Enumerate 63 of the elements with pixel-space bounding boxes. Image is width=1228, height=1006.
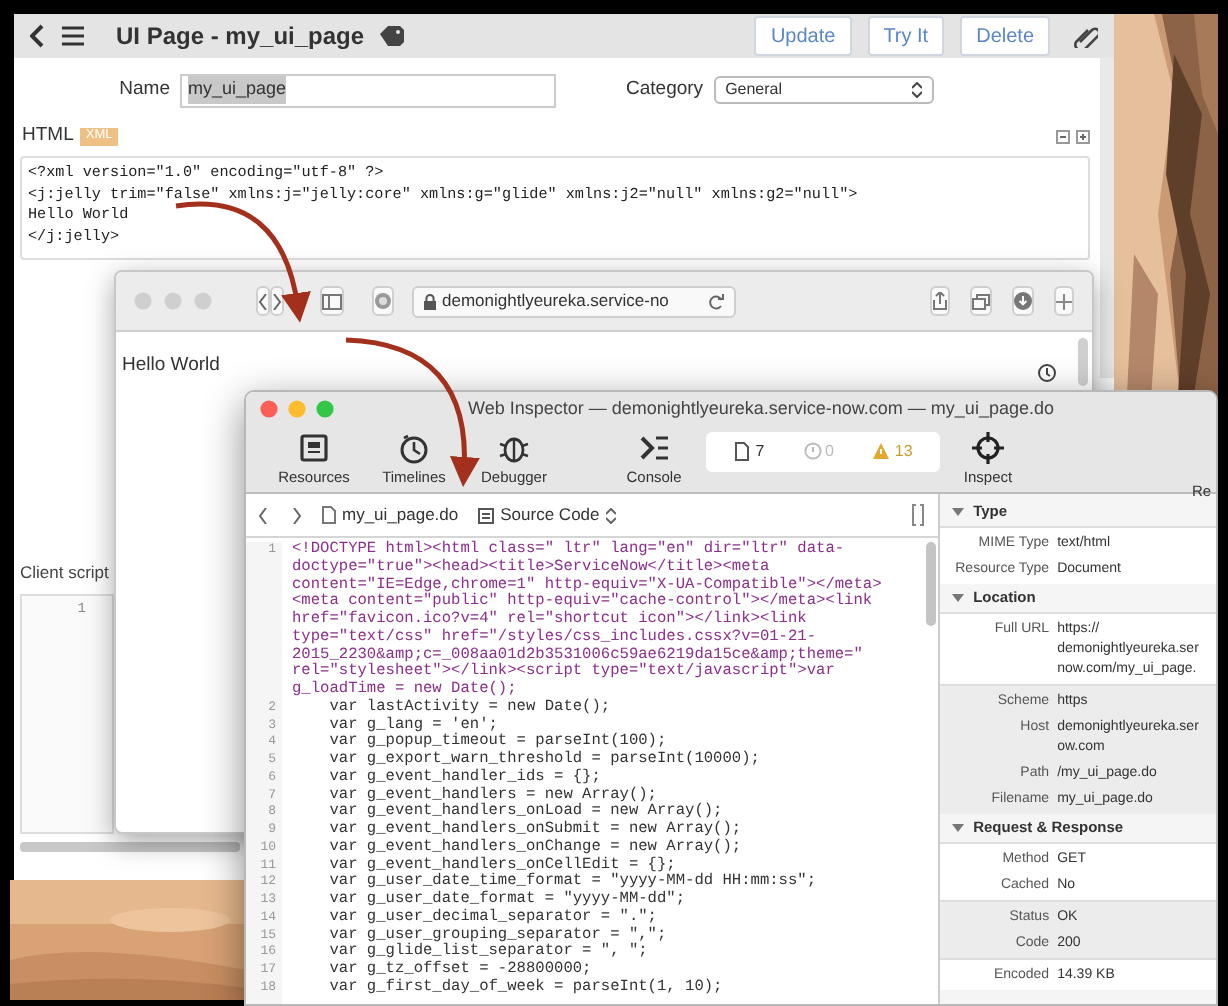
count-text: 7 <box>755 440 765 464</box>
reload-icon[interactable] <box>708 293 724 309</box>
expanded-icon <box>951 822 964 834</box>
collapse-icon[interactable] <box>1056 129 1070 143</box>
address-bar[interactable]: demonightlyeureka.service-no <box>412 285 736 317</box>
expanded-icon <box>951 506 964 518</box>
dropdown-icon <box>911 82 922 98</box>
braces-icon[interactable] <box>909 504 926 526</box>
clock-icon <box>398 432 430 464</box>
breadcrumb[interactable]: my_ui_page.do <box>322 502 459 528</box>
crosshair-icon <box>972 432 1004 464</box>
count-text: 13 <box>894 440 913 464</box>
back-icon[interactable] <box>258 507 268 523</box>
error-icon <box>803 442 822 462</box>
downloads-button[interactable] <box>1012 286 1034 316</box>
page-text: Hello World <box>122 354 220 376</box>
tag-icon <box>380 26 405 46</box>
expanded-icon <box>951 592 964 604</box>
share-button[interactable] <box>930 286 950 316</box>
box-icon <box>298 432 330 464</box>
extension-icon <box>374 292 392 310</box>
new-tab-button[interactable] <box>1054 286 1074 316</box>
warning-icon <box>872 442 891 462</box>
forward-button[interactable] <box>270 286 284 316</box>
console-icon <box>638 432 670 464</box>
download-icon <box>1014 292 1032 310</box>
sidebar-icon <box>322 293 342 309</box>
action-button[interactable]: Update <box>754 16 852 56</box>
expand-icon[interactable] <box>1076 129 1090 143</box>
url-text: demonightlyeureka.service-no <box>442 288 671 314</box>
name-field[interactable]: my_ui_page <box>180 73 556 107</box>
action-button[interactable]: Delete <box>960 16 1050 56</box>
category-select[interactable]: General <box>713 76 934 104</box>
section-label: HTML <box>22 121 74 150</box>
action-button[interactable]: Try It <box>867 16 945 56</box>
file-icon <box>322 506 336 524</box>
page-title: UI Page - my_ui_page <box>116 20 365 54</box>
back-button[interactable] <box>256 286 270 316</box>
plus-icon <box>1056 293 1072 309</box>
lock-icon <box>424 293 436 309</box>
tabs-icon <box>972 293 990 309</box>
paperclip-icon[interactable] <box>1074 24 1098 48</box>
back-icon <box>258 293 268 309</box>
section-label: Client script <box>20 560 109 586</box>
bug-icon <box>498 432 530 464</box>
field-label: Name <box>117 75 170 104</box>
back-icon[interactable] <box>30 24 46 48</box>
menu-icon[interactable] <box>62 26 84 46</box>
share-icon <box>932 292 948 310</box>
scrollbar <box>1078 338 1088 386</box>
count-text: 0 <box>825 440 834 464</box>
extension-button[interactable] <box>372 286 394 316</box>
breadcrumb[interactable]: Source Code <box>478 502 616 528</box>
tabs-button[interactable] <box>970 286 992 316</box>
document-icon <box>733 442 752 462</box>
clock-icon[interactable] <box>1038 364 1056 382</box>
forward-icon <box>272 293 282 309</box>
dropdown-icon <box>605 507 616 523</box>
forward-icon[interactable] <box>292 507 302 523</box>
window-title: Web Inspector — demonightlyeureka.service-now.com — my_ui_page.do <box>468 395 1054 422</box>
document-icon <box>478 507 495 523</box>
field-label: Category <box>626 75 704 104</box>
sidebar-button[interactable] <box>320 286 344 316</box>
